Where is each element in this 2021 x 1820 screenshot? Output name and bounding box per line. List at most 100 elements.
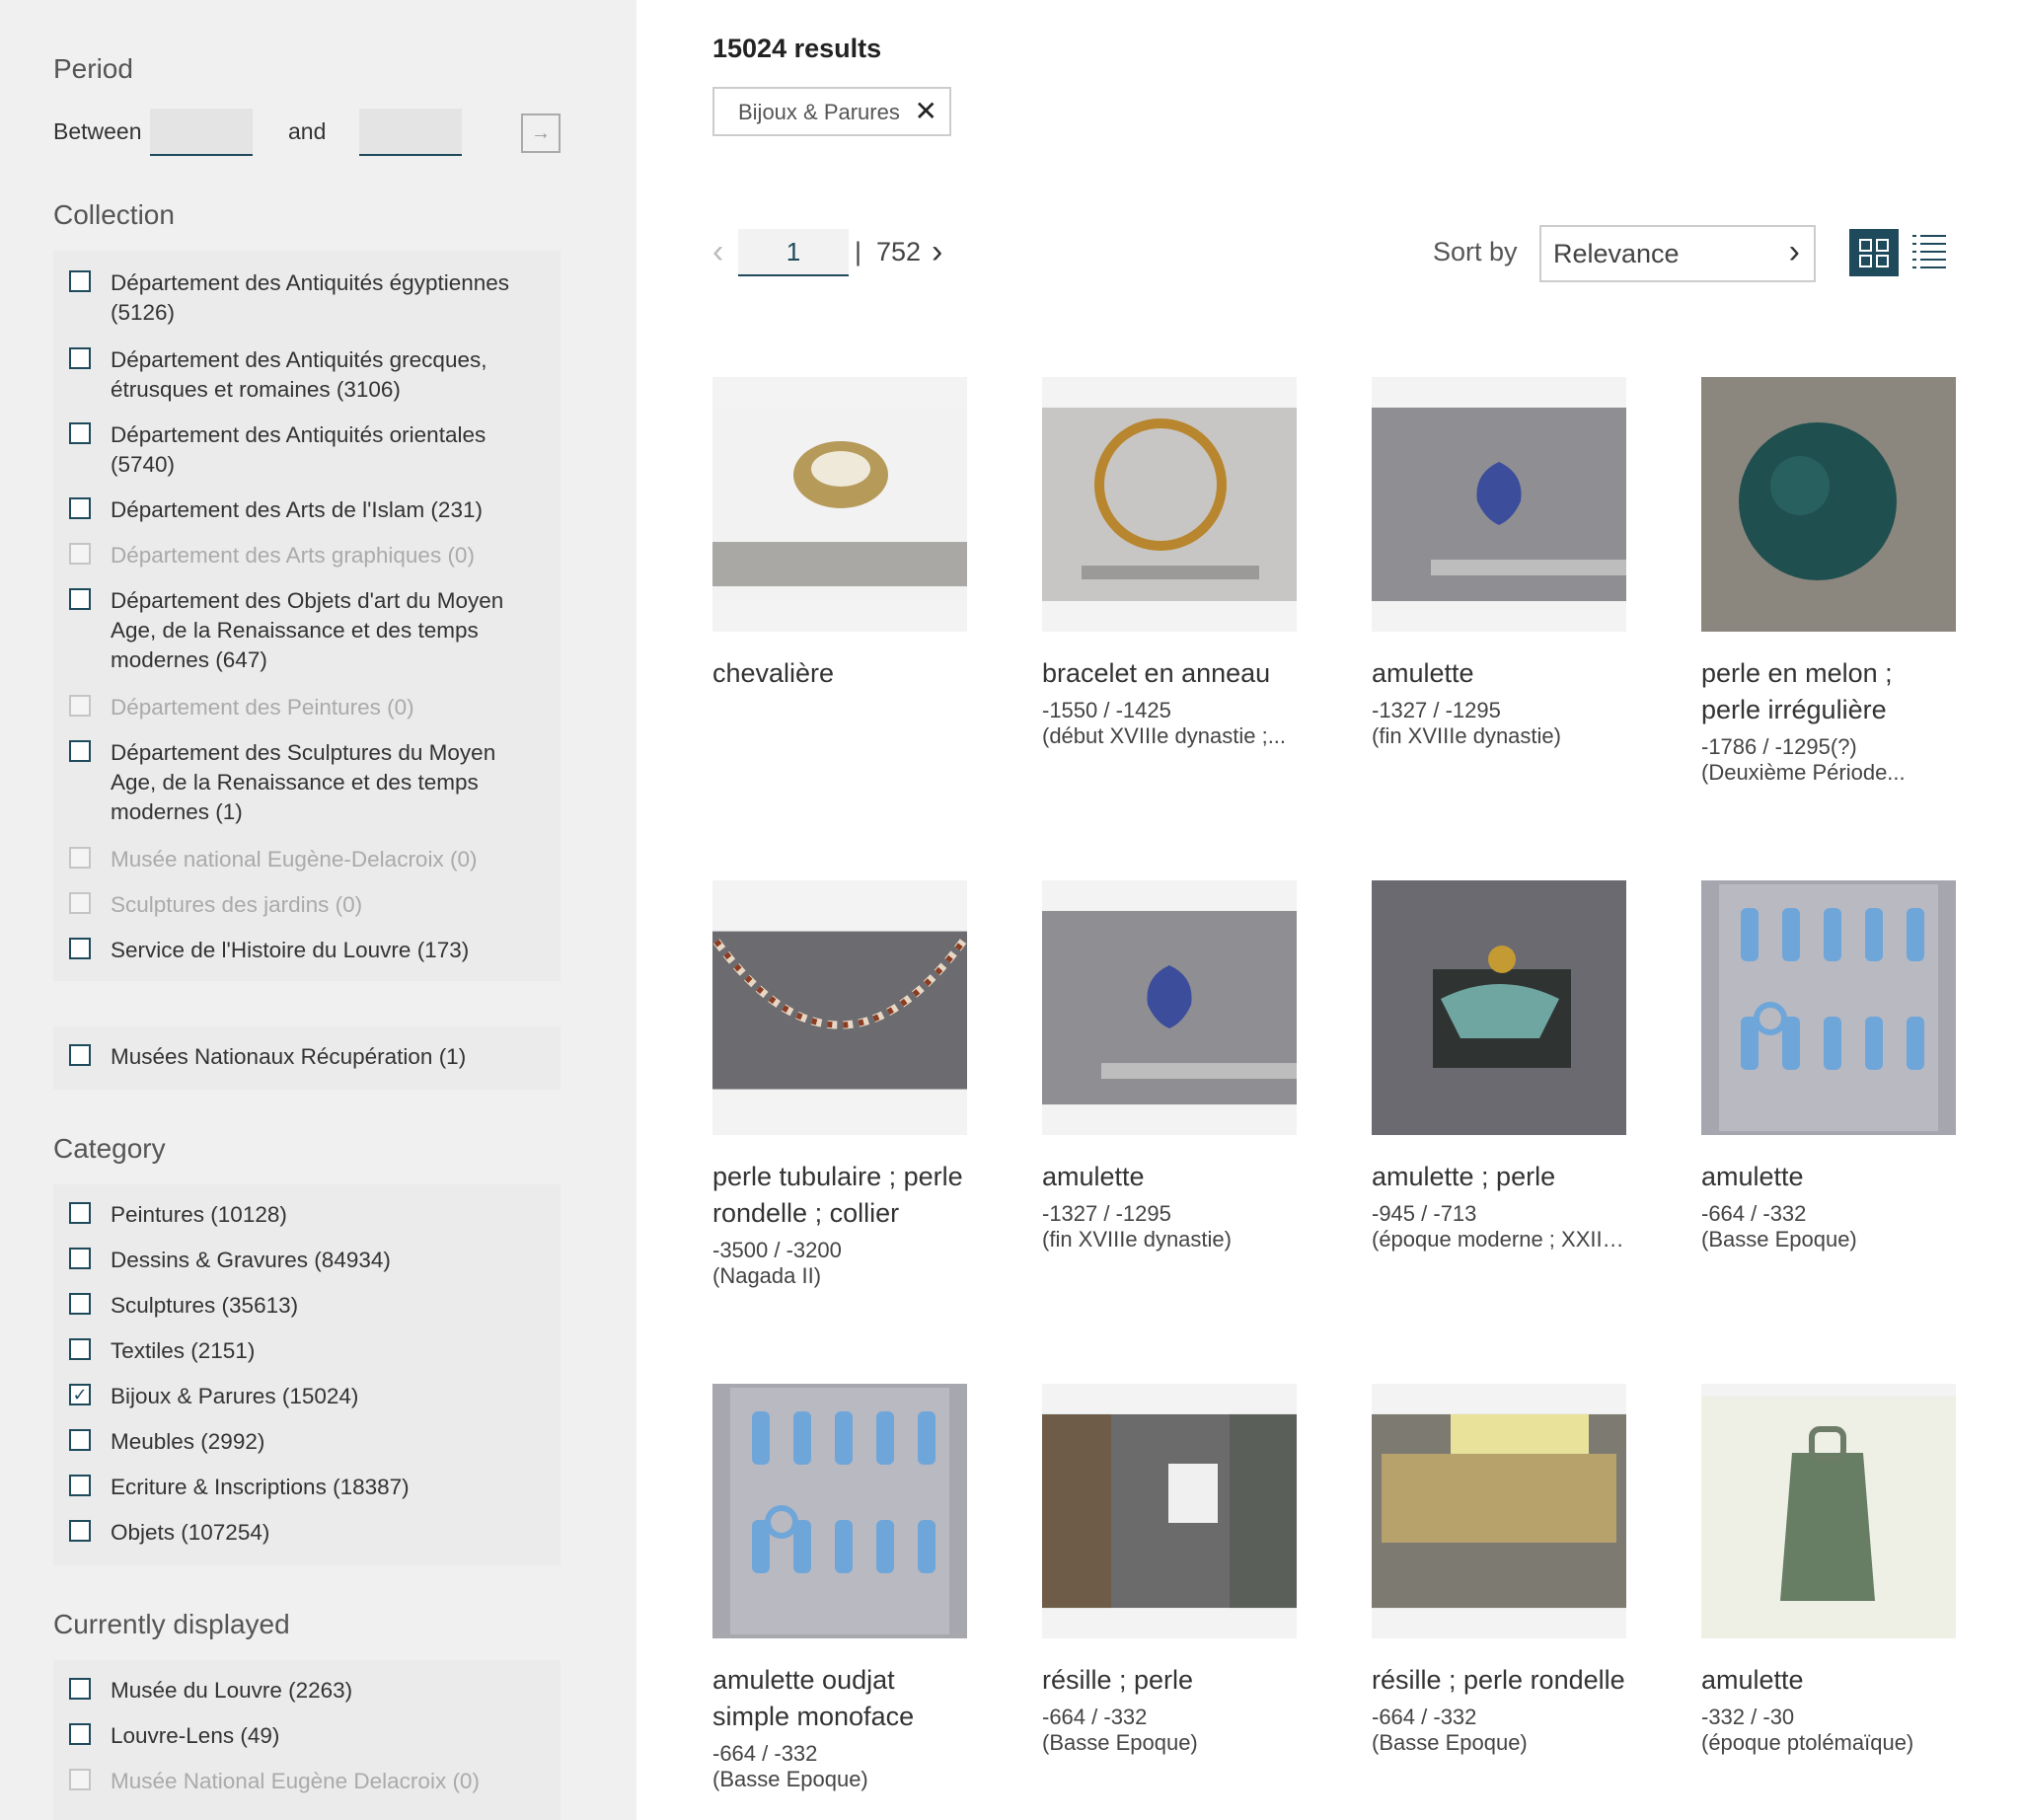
checkbox[interactable]	[69, 938, 91, 959]
and-label: and	[288, 118, 327, 144]
artwork-thumbnail[interactable]	[1042, 377, 1297, 632]
artwork-thumbnail[interactable]	[1701, 880, 1956, 1135]
card-title[interactable]: amulette oudjat simple monoface	[712, 1662, 967, 1735]
chevron-left-icon[interactable]: ‹	[712, 233, 723, 271]
checkbox	[69, 1769, 91, 1790]
category-title: Category	[53, 1133, 166, 1164]
checkbox[interactable]	[69, 1475, 91, 1496]
chip-label: Bijoux & Parures	[738, 100, 900, 124]
card-date: -1786 / -1295(?)	[1701, 734, 1857, 759]
checkbox[interactable]	[69, 1723, 91, 1745]
period-apply-button[interactable]: →	[521, 114, 561, 153]
collection-extra-list: Musées Nationaux Récupération (1)	[53, 1026, 561, 1090]
card-title[interactable]: bracelet en anneau	[1042, 655, 1297, 692]
checkbox[interactable]	[69, 1248, 91, 1269]
card-title[interactable]: perle en melon ; perle irrégulière	[1701, 655, 1956, 728]
checkbox[interactable]	[69, 1338, 91, 1360]
chevron-right-icon[interactable]: ›	[932, 233, 942, 271]
card-date: -3500 / -3200	[712, 1238, 842, 1262]
period-title: Period	[53, 53, 133, 84]
card-meta: -664 / -332 (Basse Epoque)	[712, 1741, 967, 1792]
card-meta: -664 / -332 (Basse Epoque)	[1372, 1705, 1626, 1756]
page-number-input[interactable]	[738, 229, 849, 276]
card-meta: -1327 / -1295 (fin XVIIIe dynastie)	[1042, 1201, 1297, 1252]
checkbox[interactable]	[69, 1044, 91, 1066]
card-title[interactable]: amulette	[1701, 1662, 1956, 1699]
checkbox-checked[interactable]: ✓	[69, 1384, 91, 1405]
collection-title: Collection	[53, 199, 175, 230]
checkbox[interactable]	[69, 497, 91, 519]
checkbox[interactable]	[69, 1293, 91, 1315]
card-date: -332 / -30	[1701, 1705, 1795, 1729]
checkbox[interactable]	[69, 740, 91, 762]
artwork-thumbnail[interactable]	[1372, 377, 1626, 632]
artwork-thumbnail[interactable]	[712, 880, 967, 1135]
artwork-thumbnail[interactable]	[1372, 880, 1626, 1135]
card-period: (Nagada II)	[712, 1263, 822, 1288]
card-meta: -1786 / -1295(?) (Deuxième Période...	[1701, 734, 1956, 786]
card-meta: -332 / -30 (époque ptolémaïque)	[1701, 1705, 1956, 1756]
card-meta: -664 / -332 (Basse Epoque)	[1042, 1705, 1297, 1756]
card-title[interactable]: perle tubulaire ; perle rondelle ; colli…	[712, 1159, 967, 1232]
card-title[interactable]: résille ; perle rondelle	[1372, 1662, 1626, 1699]
artwork-thumbnail[interactable]	[712, 1384, 967, 1638]
sort-select[interactable]: Relevance ›	[1539, 225, 1816, 282]
card-period: (début XVIIIe dynastie ;...	[1042, 723, 1287, 748]
page-total: 752	[876, 237, 922, 266]
checkbox[interactable]	[69, 270, 91, 292]
checkbox[interactable]	[69, 1520, 91, 1542]
card-date: -1327 / -1295	[1042, 1201, 1171, 1226]
artwork-thumbnail[interactable]	[1701, 1384, 1956, 1638]
period-start-input[interactable]	[150, 109, 253, 156]
artwork-thumbnail[interactable]	[1042, 880, 1297, 1135]
sort-value: Relevance	[1553, 239, 1680, 268]
arrow-right-icon: →	[531, 122, 551, 144]
grid-view-button[interactable]	[1849, 229, 1899, 276]
card-title[interactable]: amulette	[1701, 1159, 1956, 1195]
card-meta: -1327 / -1295 (fin XVIIIe dynastie)	[1372, 698, 1626, 749]
card-period: (époque moderne ; XXIIe...	[1372, 1227, 1626, 1251]
page-separator: |	[855, 237, 862, 266]
results-count: 15024 results	[712, 34, 882, 63]
card-meta: -3500 / -3200 (Nagada II)	[712, 1238, 967, 1289]
card-date: -664 / -332	[712, 1741, 818, 1766]
checkbox[interactable]	[69, 347, 91, 369]
card-meta: -1550 / -1425 (début XVIIIe dynastie ;...	[1042, 698, 1297, 749]
checkbox[interactable]	[69, 1429, 91, 1451]
card-title[interactable]: résille ; perle	[1042, 1662, 1297, 1699]
card-title[interactable]: amulette	[1372, 655, 1626, 692]
category-filter-list: Peintures (10128) Dessins & Gravures (84…	[53, 1184, 561, 1565]
checkbox[interactable]	[69, 422, 91, 444]
card-date: -1327 / -1295	[1372, 698, 1501, 722]
checkbox	[69, 892, 91, 914]
artwork-thumbnail[interactable]	[1372, 1384, 1626, 1638]
list-view-button[interactable]	[1912, 233, 1946, 268]
card-period: (fin XVIIIe dynastie)	[1042, 1227, 1232, 1251]
checkbox[interactable]	[69, 1678, 91, 1700]
card-title[interactable]: amulette ; perle	[1372, 1159, 1626, 1195]
card-title[interactable]: amulette	[1042, 1159, 1297, 1195]
card-title[interactable]: chevalière	[712, 655, 967, 692]
period-filter: Between and →	[53, 109, 566, 158]
checkbox[interactable]	[69, 1202, 91, 1224]
artwork-thumbnail[interactable]	[1042, 1384, 1297, 1638]
card-period: (époque ptolémaïque)	[1701, 1730, 1914, 1755]
card-period: (Basse Epoque)	[1701, 1227, 1857, 1251]
close-icon[interactable]: ✕	[915, 95, 937, 127]
period-end-input[interactable]	[359, 109, 462, 156]
checkbox[interactable]	[69, 588, 91, 610]
artwork-thumbnail[interactable]	[1701, 377, 1956, 632]
filter-sidebar: Period Between and → Collection Départem…	[0, 0, 636, 1820]
card-period: (Basse Epoque)	[1372, 1730, 1528, 1755]
sort-label: Sort by	[1433, 237, 1518, 266]
card-period: (Basse Epoque)	[712, 1767, 868, 1791]
active-filter-chip[interactable]: Bijoux & Parures ✕	[712, 87, 951, 136]
card-period: (fin XVIIIe dynastie)	[1372, 723, 1561, 748]
checkbox	[69, 543, 91, 565]
displayed-title: Currently displayed	[53, 1609, 290, 1639]
checkbox	[69, 695, 91, 717]
artwork-thumbnail[interactable]	[712, 377, 967, 632]
pagination: ‹ | 752 ›	[712, 227, 989, 278]
card-period: (Basse Epoque)	[1042, 1730, 1198, 1755]
card-date: -664 / -332	[1701, 1201, 1807, 1226]
